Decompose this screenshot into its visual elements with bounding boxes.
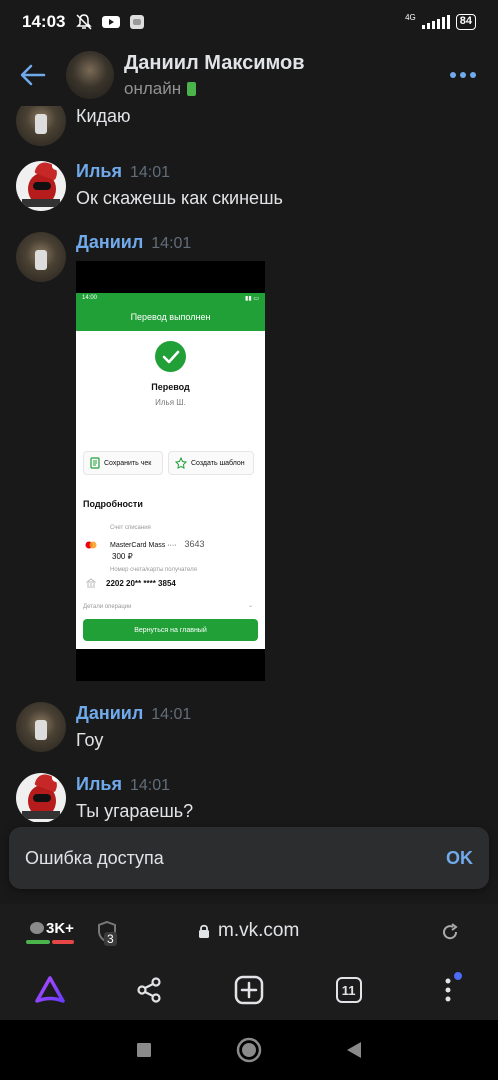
message-time: 14:01 — [151, 706, 192, 723]
chat-counter-button[interactable]: 3K+ — [26, 920, 80, 948]
reload-icon — [443, 923, 458, 940]
chevron-down-icon: ⌄ — [248, 603, 254, 609]
message-time: 14:01 — [129, 164, 170, 181]
more-button[interactable] — [428, 44, 498, 106]
home-icon[interactable] — [236, 1037, 262, 1063]
recipient-card: 2202 20** **** 3854 — [106, 579, 176, 588]
attachment-status-time: 14:00 — [82, 295, 98, 301]
chat-app-icon — [130, 15, 145, 29]
avatar[interactable] — [16, 161, 66, 211]
message-author[interactable]: Даниил — [76, 703, 143, 723]
bank-icon — [86, 578, 96, 588]
online-status: онлайн — [124, 78, 182, 98]
transfer-recipient: Илья Ш. — [155, 398, 186, 407]
youtube-icon — [102, 16, 121, 28]
browser-toolbar: 11 — [0, 960, 498, 1020]
alice-button[interactable] — [20, 960, 80, 1020]
share-icon — [137, 977, 161, 1003]
plus-square-icon — [234, 975, 264, 1005]
message-time: 14:01 — [129, 777, 170, 794]
signal-icon — [421, 15, 450, 29]
tabs-button[interactable]: 11 — [319, 960, 379, 1020]
new-tab-button[interactable] — [219, 960, 279, 1020]
check-icon — [155, 341, 186, 372]
arrow-left-icon — [20, 64, 46, 86]
receipt-icon — [90, 457, 100, 469]
share-button[interactable] — [119, 960, 179, 1020]
chat-count: 3K+ — [46, 920, 74, 937]
chat-header: Даниил Максимов онлайн — [0, 44, 498, 106]
error-snackbar: Ошибка доступа OK — [9, 827, 489, 889]
bell-off-icon — [76, 14, 93, 30]
mobile-online-icon — [187, 81, 197, 96]
network-type: 4G — [405, 13, 416, 22]
message-text: Ок скажешь как скинешь — [76, 188, 283, 208]
shield-count: 3 — [104, 932, 117, 946]
avatar[interactable] — [16, 773, 66, 822]
system-nav-bar — [0, 1020, 498, 1080]
image-attachment[interactable]: 14:00 ▮▮ ▭ Перевод выполнен Перевод Илья… — [76, 261, 265, 681]
operation-details-label: Детали операции — [83, 604, 132, 610]
back-button[interactable] — [0, 44, 66, 106]
address-bar[interactable]: m.vk.com — [198, 920, 299, 942]
card-last-digits: 3643 — [184, 539, 205, 549]
transfer-title: Перевод выполнен — [76, 303, 265, 331]
card-name: MasterCard Mass ···· — [110, 542, 177, 549]
save-receipt-label: Сохранить чек — [104, 459, 152, 467]
message-text: Гоу — [76, 730, 104, 750]
transfer-heading: Перевод — [151, 382, 190, 392]
mastercard-icon — [85, 541, 97, 549]
notification-dot — [454, 972, 463, 980]
contact-name[interactable]: Даниил Максимов — [124, 52, 305, 75]
tabs-count: 11 — [335, 977, 362, 1003]
create-template-label: Создать шаблон — [191, 459, 245, 467]
chat-bubble-icon — [30, 922, 44, 934]
details-heading: Подробности — [83, 499, 143, 509]
message-text: Ты угараешь? — [76, 801, 194, 821]
snackbar-text: Ошибка доступа — [25, 847, 164, 868]
menu-button[interactable] — [418, 960, 478, 1020]
lock-icon — [199, 924, 209, 938]
alice-icon — [35, 976, 65, 1003]
browser-url-bar: 3K+ 3 m.vk.com — [0, 904, 498, 960]
message-author[interactable]: Даниил — [76, 232, 143, 252]
status-bar: 14:03 4G 84 — [0, 0, 498, 44]
battery-icon: 84 — [455, 14, 476, 30]
message-time: 14:01 — [151, 235, 192, 252]
avatar[interactable] — [66, 51, 114, 99]
url-text: m.vk.com — [218, 920, 300, 941]
avatar[interactable] — [16, 232, 66, 282]
return-button: Вернуться на главный — [83, 619, 258, 641]
message-author[interactable]: Илья — [76, 161, 122, 181]
recipient-account-label: Номер счета/карты получателя — [110, 567, 197, 573]
debit-account-label: Счет списания — [110, 525, 151, 531]
avatar[interactable] — [16, 702, 66, 752]
more-dots-icon — [450, 72, 456, 78]
avatar[interactable] — [16, 106, 66, 146]
message-author[interactable]: Илья — [76, 774, 122, 794]
snackbar-ok-button[interactable]: OK — [446, 848, 473, 869]
message-list[interactable]: Кидаю Илья 14:01 Ок скажешь как скинешь Д… — [0, 106, 498, 822]
protect-button[interactable]: 3 — [96, 920, 124, 950]
status-time: 14:03 — [22, 12, 66, 31]
transfer-amount: 300 ₽ — [112, 552, 133, 561]
vertical-dots-icon — [445, 978, 451, 1002]
template-star-icon — [175, 457, 187, 469]
back-triangle-icon[interactable] — [346, 1041, 362, 1059]
recents-icon[interactable] — [136, 1042, 152, 1058]
message-text: Кидаю — [76, 106, 131, 126]
reload-button[interactable] — [440, 922, 460, 947]
